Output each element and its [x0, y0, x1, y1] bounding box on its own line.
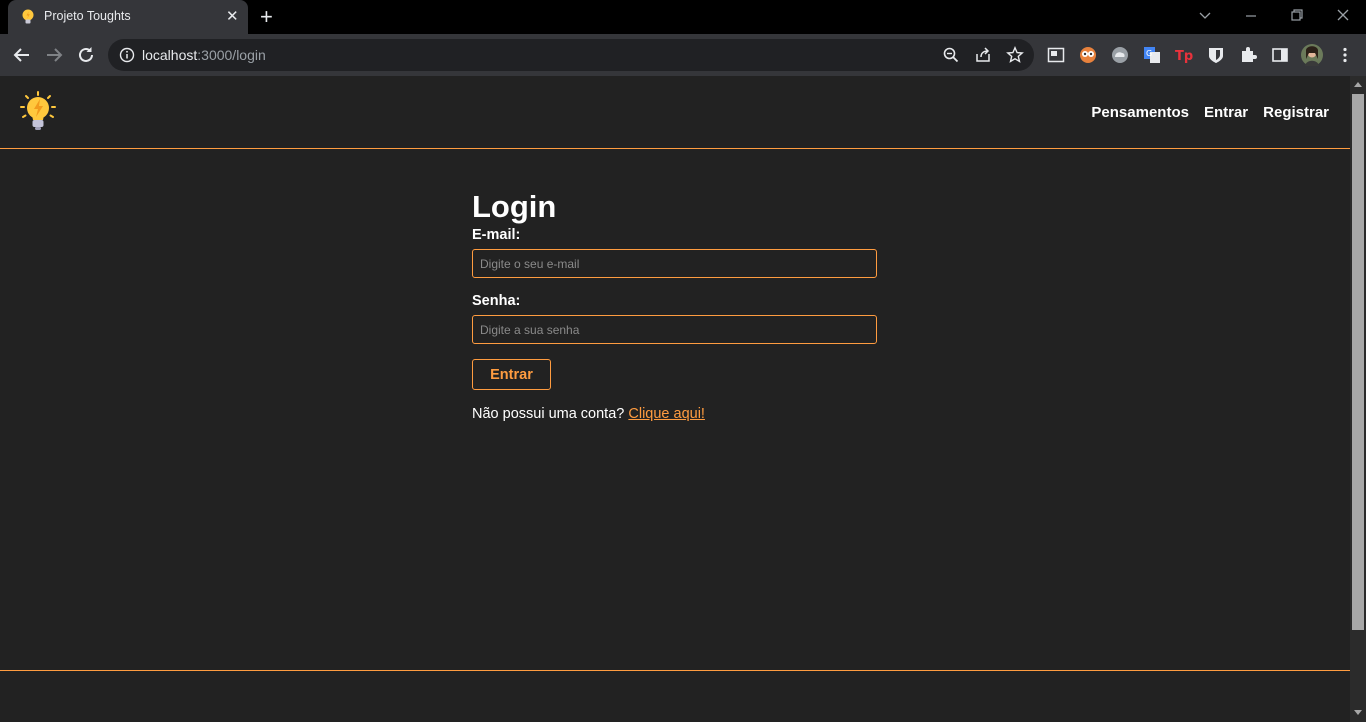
- sidepanel-icon[interactable]: [1271, 46, 1289, 64]
- star-icon[interactable]: [1006, 46, 1024, 64]
- tab-title: Projeto Toughts: [44, 9, 131, 23]
- browser-tab[interactable]: Projeto Toughts ✕: [8, 0, 248, 34]
- email-field[interactable]: [472, 249, 877, 278]
- extensions-icon[interactable]: [1239, 46, 1257, 64]
- extension-tp-icon[interactable]: Tp: [1175, 46, 1193, 64]
- close-window-icon[interactable]: [1336, 8, 1350, 22]
- forward-icon[interactable]: [43, 44, 65, 66]
- page-scrollbar[interactable]: [1350, 76, 1366, 722]
- login-form: Login E-mail: Senha: Entrar Não possui u…: [472, 189, 877, 422]
- tab-search-icon[interactable]: [1198, 9, 1212, 23]
- nav-link-pensamentos[interactable]: Pensamentos: [1091, 104, 1189, 121]
- scrollbar-thumb[interactable]: [1352, 94, 1364, 630]
- minimize-icon[interactable]: [1244, 9, 1258, 23]
- nav-link-entrar[interactable]: Entrar: [1204, 104, 1248, 121]
- site-navbar: Pensamentos Entrar Registrar: [0, 76, 1350, 149]
- extension-owl-icon[interactable]: [1079, 46, 1097, 64]
- nav-links: Pensamentos Entrar Registrar: [1091, 104, 1329, 121]
- svg-text:Tp: Tp: [1175, 49, 1193, 64]
- tab-close-icon[interactable]: ✕: [226, 8, 239, 26]
- password-label: Senha:: [472, 293, 521, 309]
- browser-toolbar: localhost:3000/login G Tp: [0, 34, 1366, 76]
- restore-icon[interactable]: [1290, 8, 1304, 22]
- address-bar[interactable]: localhost:3000/login: [108, 39, 1034, 71]
- lightbulb-icon: [22, 9, 34, 24]
- nav-link-registrar[interactable]: Registrar: [1263, 104, 1329, 121]
- new-tab-button[interactable]: +: [260, 5, 273, 29]
- extension-cloud-icon[interactable]: [1111, 46, 1129, 64]
- password-field[interactable]: [472, 315, 877, 344]
- page-content: Pensamentos Entrar Registrar Login E-mai…: [0, 76, 1350, 722]
- signup-text: Não possui uma conta?: [472, 406, 625, 422]
- scroll-down-arrow-icon[interactable]: [1354, 710, 1362, 715]
- lightbulb-icon[interactable]: [18, 90, 58, 132]
- profile-avatar[interactable]: [1301, 44, 1323, 66]
- info-icon[interactable]: [119, 47, 135, 63]
- svg-text:G: G: [1146, 49, 1152, 58]
- share-icon[interactable]: [974, 46, 992, 64]
- menu-icon[interactable]: [1336, 46, 1354, 64]
- url-text[interactable]: localhost:3000/login: [142, 47, 266, 63]
- tab-strip: Projeto Toughts ✕ +: [0, 0, 1366, 34]
- signup-link[interactable]: Clique aqui!: [628, 406, 705, 422]
- reload-icon[interactable]: [75, 44, 97, 66]
- page-title: Login: [472, 189, 557, 224]
- email-label: E-mail:: [472, 227, 521, 243]
- footer-divider: [0, 670, 1350, 671]
- back-icon[interactable]: [11, 44, 33, 66]
- extension-translate-icon[interactable]: G: [1143, 46, 1161, 64]
- login-submit-button[interactable]: Entrar: [472, 359, 551, 390]
- signup-prompt: Não possui uma conta? Clique aqui!: [472, 406, 877, 422]
- extension-media-icon[interactable]: [1047, 46, 1065, 64]
- zoom-icon[interactable]: [942, 46, 960, 64]
- extension-shield-icon[interactable]: [1207, 46, 1225, 64]
- scroll-up-arrow-icon[interactable]: [1354, 82, 1362, 87]
